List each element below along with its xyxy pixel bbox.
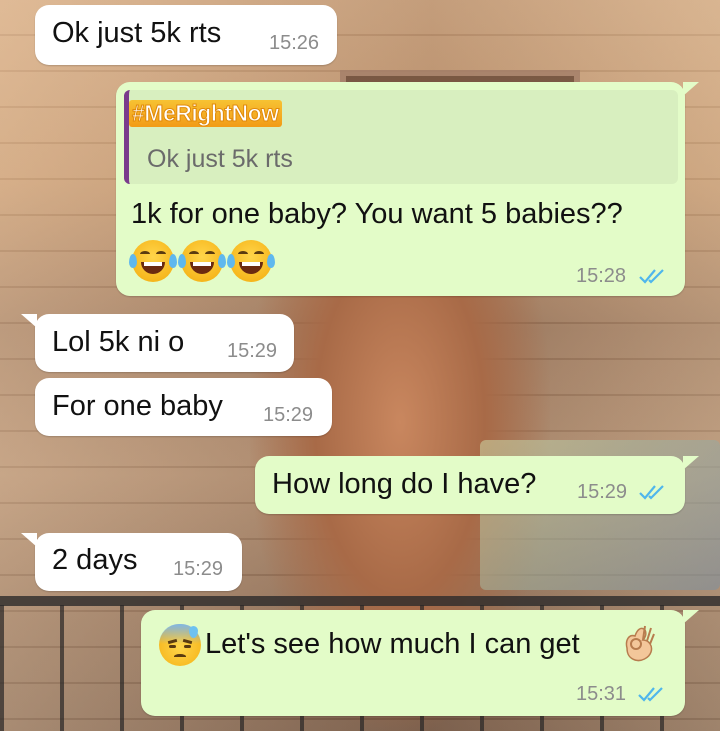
message-text: Ok just 5k rts	[52, 17, 222, 49]
message-text: For one baby	[52, 390, 223, 422]
outgoing-message[interactable]: Let's see how much I can get 15:31	[141, 610, 699, 716]
message-text: How long do I have?	[272, 468, 537, 500]
double-check-icon	[639, 269, 664, 284]
message-text: Lol 5k ni o	[52, 326, 185, 358]
message-time: 15:29	[263, 404, 314, 426]
bubble-tail	[683, 456, 699, 470]
incoming-message[interactable]: Lol 5k ni o 15:29	[21, 314, 294, 372]
incoming-message[interactable]: Ok just 5k rts 15:26	[35, 5, 337, 65]
message-text: 2 days	[52, 544, 138, 576]
quote-author: #MeRightNow	[129, 100, 282, 127]
ok-hand-emoji	[625, 625, 655, 662]
message-time: 15:29	[227, 340, 278, 362]
tears-of-joy-emoji	[178, 240, 226, 282]
tears-of-joy-emoji	[129, 240, 177, 282]
bubble-tail	[683, 610, 699, 624]
tears-of-joy-emoji	[227, 240, 275, 282]
outgoing-message[interactable]: #MeRightNow Ok just 5k rts 1k for one ba…	[116, 82, 699, 296]
quoted-message[interactable]: #MeRightNow Ok just 5k rts	[124, 90, 678, 184]
message-text: Let's see how much I can get	[205, 628, 580, 660]
message-time: 15:29	[173, 558, 224, 580]
anxious-sweat-emoji	[159, 624, 201, 666]
incoming-message[interactable]: For one baby 15:29	[35, 378, 332, 436]
bubble-tail	[683, 82, 699, 96]
message-time: 15:29	[577, 481, 628, 503]
quote-text: Ok just 5k rts	[147, 145, 293, 173]
double-check-icon	[638, 687, 663, 702]
message-time: 15:28	[576, 265, 627, 287]
incoming-message[interactable]: 2 days 15:29	[21, 533, 242, 591]
double-check-icon	[639, 485, 664, 500]
message-time: 15:31	[576, 683, 627, 705]
outgoing-message[interactable]: How long do I have? 15:29	[255, 456, 699, 514]
bubble-tail	[21, 533, 37, 547]
bubble-tail	[21, 314, 37, 328]
message-text: 1k for one baby? You want 5 babies??	[131, 198, 623, 230]
message-time: 15:26	[269, 32, 320, 54]
